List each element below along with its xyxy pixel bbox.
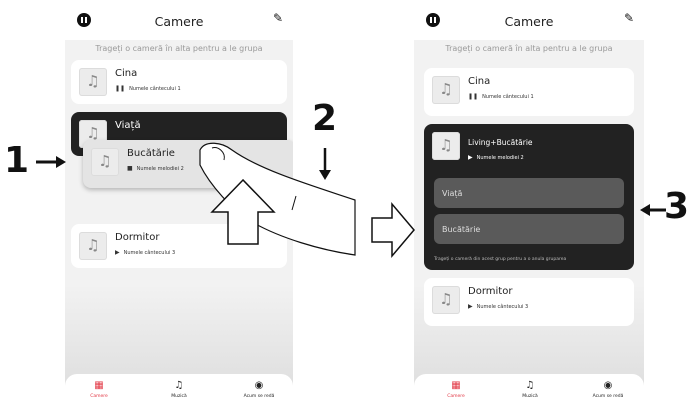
music-icon: ♫ [174, 380, 184, 391]
play-icon: ▶ [115, 249, 120, 256]
drag-hint: Trageți o cameră în alta pentru a le gru… [445, 44, 613, 53]
tab-acum-se-reda[interactable]: ◉ Acum se redă [578, 380, 638, 399]
group-room-viata[interactable]: Viață [434, 178, 624, 208]
now-playing-line: ■ Numele melodiei 2 [127, 165, 184, 172]
room-name: Bucătărie [442, 225, 481, 234]
stop-icon: ■ [127, 165, 133, 172]
song-title: Numele melodiei 2 [476, 155, 524, 161]
now-playing-line: ❚❚ Numele cântecului 1 [468, 93, 534, 100]
room-name: Viață [442, 189, 463, 198]
tab-camere[interactable]: ▦ Camere [69, 380, 129, 399]
pause-icon: ❚❚ [468, 93, 479, 100]
song-title: Numele cântecului 3 [476, 304, 529, 310]
tab-label: Camere [447, 394, 465, 399]
tab-camere[interactable]: ▦ Camere [426, 380, 486, 399]
now-playing-icon: ◉ [254, 380, 264, 391]
song-title: Numele cântecului 3 [123, 250, 176, 256]
edit-pencil-icon[interactable]: ✎ [624, 11, 634, 25]
group-card-living-bucatarie[interactable]: ♫ Living+Bucătărie ▶ Numele melodiei 2 Vi… [424, 124, 634, 270]
room-name: Dormitor [115, 232, 160, 243]
page-title: Camere [504, 14, 554, 29]
phone-screen-after: Camere ✎ Trageți o cameră în alta pentru… [414, 0, 644, 404]
rooms-icon: ▦ [451, 380, 461, 391]
tab-acum-se-reda[interactable]: ◉ Acum se redă [229, 380, 289, 399]
tab-muzica[interactable]: ♫ Muzică [500, 380, 560, 399]
group-name: Living+Bucătărie [468, 138, 533, 147]
play-icon: ▶ [468, 154, 473, 161]
step-number-3: 3 [664, 186, 690, 227]
music-note-icon: ♫ [91, 148, 119, 176]
step-number-1: 1 [4, 140, 30, 181]
bottom-tab-bar: ▦ Camere ♫ Muzică ◉ Acum se redă [414, 374, 644, 404]
tab-label: Muzică [171, 394, 187, 399]
song-title: Numele cântecului 1 [129, 86, 181, 92]
phone-screen-before: Camere ✎ Trageți o cameră în alta pentru… [65, 0, 293, 404]
arrow-step-1-icon [36, 156, 66, 168]
now-playing-line: ▶ Numele cântecului 3 [115, 249, 175, 256]
tab-muzica[interactable]: ♫ Muzică [149, 380, 209, 399]
music-icon: ♫ [525, 380, 535, 391]
tab-label: Muzică [522, 394, 538, 399]
song-title: Numele melodiei 2 [136, 166, 184, 172]
room-card-cina[interactable]: ♫ Cina ❚❚ Numele cântecului 1 [71, 60, 287, 104]
room-name: Cina [115, 68, 138, 79]
tab-label: Acum se redă [592, 394, 624, 399]
edit-pencil-icon[interactable]: ✎ [273, 11, 283, 25]
music-note-icon: ♫ [432, 132, 460, 160]
ungroup-hint: Trageți o cameră din acest grup pentru a… [434, 257, 567, 262]
room-card-cina[interactable]: ♫ Cina ❚❚ Numele cântecului 1 [424, 68, 634, 116]
drag-hint: Trageți o cameră în alta pentru a le gru… [95, 44, 263, 53]
music-note-icon: ♫ [432, 286, 460, 314]
play-icon: ▶ [468, 303, 473, 310]
step-number-2: 2 [312, 98, 338, 139]
arrow-step-2-icon [319, 148, 331, 180]
room-name: Cina [468, 76, 491, 87]
bottom-tab-bar: ▦ Camere ♫ Muzică ◉ Acum se redă [65, 374, 293, 404]
transition-arrow-icon [371, 201, 415, 259]
now-playing-line: ▶ Numele cântecului 3 [468, 303, 528, 310]
page-title: Camere [154, 14, 204, 29]
pause-icon: ❚❚ [115, 85, 126, 92]
room-name: Viață [115, 120, 141, 131]
group-room-bucatarie[interactable]: Bucătărie [434, 214, 624, 244]
rooms-icon: ▦ [94, 380, 104, 391]
music-note-icon: ♫ [432, 76, 460, 104]
music-note-icon: ♫ [79, 232, 107, 260]
app-header: Camere ✎ [65, 0, 293, 40]
now-playing-line: ▶ Numele melodiei 2 [468, 154, 524, 161]
now-playing-line: ❚❚ Numele cântecului 1 [115, 85, 181, 92]
now-playing-icon: ◉ [603, 380, 613, 391]
tab-label: Acum se redă [243, 394, 275, 399]
room-card-dormitor[interactable]: ♫ Dormitor ▶ Numele cântecului 3 [424, 278, 634, 326]
room-card-dormitor[interactable]: ♫ Dormitor ▶ Numele cântecului 3 [71, 224, 287, 268]
room-name: Bucătărie [127, 148, 175, 159]
song-title: Numele cântecului 1 [482, 94, 534, 100]
room-name: Dormitor [468, 286, 513, 297]
tab-label: Camere [90, 394, 108, 399]
app-header: Camere ✎ [414, 0, 644, 40]
music-note-icon: ♫ [79, 68, 107, 96]
room-card-bucatarie-dragged[interactable]: ♫ Bucătărie ■ Numele melodiei 2 [83, 140, 293, 188]
